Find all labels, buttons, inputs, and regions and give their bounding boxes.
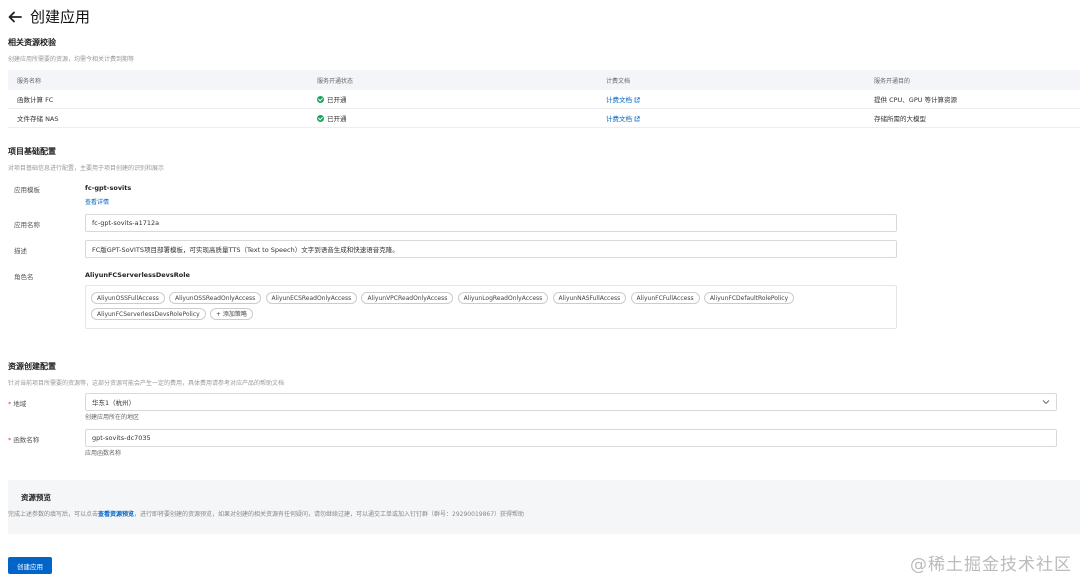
table-row: 文件存储 NAS 已开通 计费文档 存储所需的大模型 <box>8 109 1080 128</box>
policy-tag[interactable]: AliyunVPCReadOnlyAccess <box>361 292 454 304</box>
policy-tag[interactable]: AliyunLogReadOnlyAccess <box>457 292 549 304</box>
resource-preview-panel: 资源预览 完成上述参数的填写后，可以点击查看资源预览，进行即将要创建的资源预览，… <box>8 480 1080 534</box>
basic-section-desc: 对项目基础信息进行配置，主要用于项目创建的识别和展示 <box>8 165 165 172</box>
desc-label: 描述 <box>14 247 27 255</box>
policy-tag[interactable]: AliyunOSSFullAccess <box>91 292 165 304</box>
region-label: * 地域 <box>8 398 26 408</box>
template-value: fc-gpt-sovits <box>85 184 132 192</box>
service-name: 文件存储 NAS <box>17 115 59 123</box>
col-header-doc: 计费文档 <box>606 77 631 85</box>
app-name-input[interactable]: fc-gpt-sovits-a1712a <box>85 214 897 232</box>
required-mark: * <box>8 436 12 444</box>
view-details-link[interactable]: 查看详情 <box>85 197 109 206</box>
related-section-title: 相关资源校验 <box>8 38 56 47</box>
desc-input[interactable]: FC版GPT-SoVITS项目部署模板，可实现高质量TTS（Text to Sp… <box>85 240 897 258</box>
basic-section-title: 项目基础配置 <box>8 147 56 156</box>
preview-text-before: 完成上述参数的填写后，可以点击 <box>8 511 99 518</box>
billing-doc-link[interactable]: 计费文档 <box>606 96 632 104</box>
create-app-button[interactable]: 创建应用 <box>8 557 52 574</box>
region-select[interactable]: 华东1（杭州） <box>85 393 1057 411</box>
template-label: 应用模板 <box>14 186 40 194</box>
services-table: 服务名称 服务开通状态 计费文档 服务开通目的 函数计算 FC 已开通 计费文档… <box>8 70 1080 128</box>
watermark: @稀土掘金技术社区 <box>910 555 1072 575</box>
col-header-status: 服务开通状态 <box>317 77 354 85</box>
billing-doc-link[interactable]: 计费文档 <box>606 115 632 123</box>
preview-text-after: ，进行即将要创建的资源预览，如果对创建的相关资源有任何疑问，请勿继续过建，可以通… <box>134 511 525 518</box>
preview-text: 完成上述参数的填写后，可以点击查看资源预览，进行即将要创建的资源预览，如果对创建… <box>8 509 524 518</box>
policy-box: AliyunOSSFullAccess AliyunOSSReadOnlyAcc… <box>85 285 897 329</box>
status-cell: 已开通 <box>308 113 597 123</box>
policy-tag[interactable]: AliyunECSReadOnlyAccess <box>265 292 358 304</box>
check-circle-icon <box>317 95 324 103</box>
view-resource-preview-link[interactable]: 查看资源预览 <box>98 511 134 518</box>
purpose-cell: 存储所需的大模型 <box>874 115 926 123</box>
resource-section-title: 资源创建配置 <box>8 362 56 371</box>
required-mark: * <box>8 400 12 408</box>
check-circle-icon <box>317 114 324 122</box>
resource-section-desc: 针对当前项目所需要的资源等，这部分资源可能会产生一定的费用，具体费用请参考对应产… <box>8 380 285 387</box>
arrow-left-icon[interactable] <box>8 10 22 24</box>
external-link-icon[interactable] <box>634 116 640 122</box>
policy-tag[interactable]: AliyunNASFullAccess <box>552 292 627 304</box>
role-label: 角色名 <box>14 273 34 281</box>
add-policy-button[interactable]: + 添加策略 <box>209 308 253 320</box>
role-value: AliyunFCServerlessDevsRole <box>85 271 190 279</box>
service-name: 函数计算 FC <box>17 96 54 104</box>
related-section-desc: 创建应用所需要的资源，均需今相关计费到期等 <box>8 56 135 63</box>
function-name-input[interactable]: gpt-sovits-dc7035 <box>85 429 1057 447</box>
doc-cell: 计费文档 <box>597 113 867 123</box>
policy-tag[interactable]: AliyunOSSReadOnlyAccess <box>168 292 262 304</box>
external-link-icon[interactable] <box>634 97 640 103</box>
status-text: 已开通 <box>327 96 347 104</box>
policy-tag[interactable]: AliyunFCServerlessDevsRolePolicy <box>91 308 206 320</box>
table-row: 函数计算 FC 已开通 计费文档 提供 CPU、GPU 等计算资源 <box>8 90 1080 109</box>
col-header-purpose: 服务开通目的 <box>874 77 911 85</box>
status-text: 已开通 <box>327 115 347 123</box>
policy-tag[interactable]: AliyunFCFullAccess <box>630 292 700 304</box>
preview-title: 资源预览 <box>21 493 51 502</box>
region-help: 创建应用所在的地区 <box>85 414 140 421</box>
col-header-name: 服务名称 <box>17 77 42 85</box>
region-label-text: 地域 <box>13 400 27 408</box>
purpose-cell: 提供 CPU、GPU 等计算资源 <box>874 96 958 104</box>
app-name-label: 应用名称 <box>14 221 40 229</box>
fn-label-text: 函数名称 <box>13 436 40 444</box>
header: 创建应用 <box>8 6 90 27</box>
region-select-value: 华东1（杭州） <box>92 399 136 407</box>
policy-tag[interactable]: AliyunFCDefaultRolePolicy <box>703 292 795 304</box>
fn-label: * 函数名称 <box>8 434 39 444</box>
chevron-down-icon <box>1042 400 1050 405</box>
fn-help: 应用函数名称 <box>85 450 122 457</box>
page-title: 创建应用 <box>30 8 91 26</box>
status-cell: 已开通 <box>308 94 597 104</box>
table-header: 服务名称 服务开通状态 计费文档 服务开通目的 <box>8 70 1080 90</box>
doc-cell: 计费文档 <box>597 94 867 104</box>
